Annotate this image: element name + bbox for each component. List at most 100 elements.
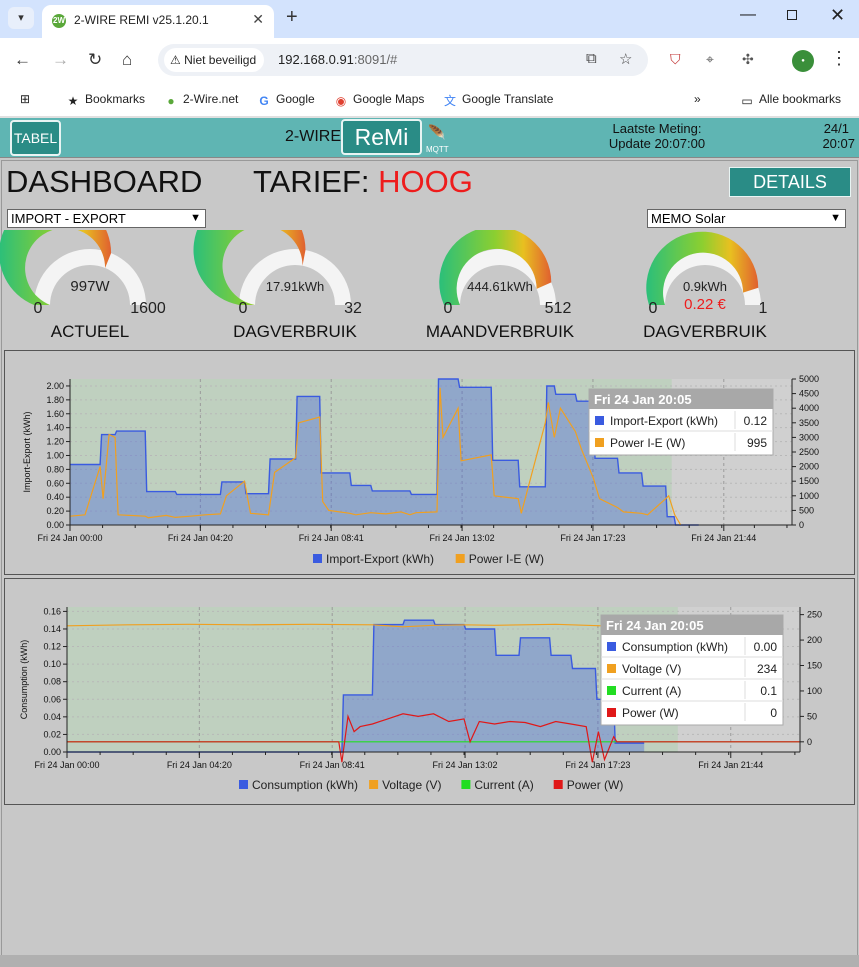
tooltip-value: 234 [757,662,777,676]
gauge-max: 1600 [130,300,166,317]
bookmark-label: 2-Wire.net [183,92,239,106]
remi-button[interactable]: ReMi [341,119,422,155]
tooltip-swatch [607,642,616,651]
gauge-1: 997W 0 1600ACTUEEL [0,230,166,341]
y-tick-label: 0.08 [43,677,61,687]
security-chip[interactable]: ⚠ Niet beveiligd [164,48,265,72]
extension-shield-icon[interactable]: ⛉ [670,51,681,68]
y2-tick-label: 0 [807,737,812,747]
url-text[interactable]: 192.168.0.91:8091/# [278,52,397,67]
tooltip-value: 995 [747,436,767,450]
y-tick-label: 0.06 [43,694,61,704]
warning-icon: ⚠ [170,53,181,67]
y2-tick-label: 250 [807,610,822,620]
gauge-value: 997W [70,278,110,295]
browser-menu-icon[interactable]: ⋮ [830,48,848,69]
bookmarks-overflow-icon[interactable]: » [694,92,701,106]
gauge-row: 997W 0 1600ACTUEEL 17.91kWh 0 32 DAGVERBRUIK 44… [0,230,768,341]
new-tab-icon[interactable]: + [286,6,298,29]
header-time: 20:07 [822,136,855,151]
browser-tab[interactable]: 2W 2-WIRE REMI v25.1.20.1 ✕ [42,5,274,38]
import-export-chart[interactable]: 0.00 0.20 0.40 0.60 0.80 1.00 1.20 1.40 1.60 1.80… [5,351,854,574]
url-port: :8091/# [353,52,398,67]
bookmark-item-bookmarks[interactable]: ★ Bookmarks [66,92,145,108]
gauge-fill [646,231,759,305]
legend-swatch [553,780,563,789]
y-tick-label: 0.80 [46,464,64,474]
maps-icon: ◉ [335,94,347,108]
gauge-label: ACTUEEL [51,322,129,341]
x-tick-label: Fri 24 Jan 21:44 [698,760,763,770]
bookmark-item-2wire[interactable]: ● 2-Wire.net [164,92,238,108]
tooltip-series-name: Current (A) [622,684,681,698]
legend-label: Power I-E (W) [469,552,544,566]
home-icon[interactable]: ⌂ [122,50,132,70]
gauge-2: 17.91kWh 0 32 DAGVERBRUIK [193,230,362,341]
right-select-value: MEMO Solar [651,211,726,226]
tooltip-value: 0.1 [760,684,777,698]
legend-swatch [461,780,471,789]
tooltip-swatch [595,438,604,447]
extensions-puzzle-icon[interactable]: ✣ [742,51,754,68]
bookmark-item-google[interactable]: G Google [257,92,314,108]
bookmark-item-translate[interactable]: 文 Google Translate [443,92,553,108]
back-icon[interactable]: ← [14,50,31,70]
apps-grid-icon[interactable]: ⊞ [20,92,30,106]
legend-label: Current (A) [474,778,533,792]
y-axis-label: Import-Export (kWh) [22,411,32,492]
last-measurement-label: Laatste Meting: [612,121,702,136]
gauge-min: 0 [649,300,658,317]
bookmarks-bar: ⊞ ★ Bookmarks ● 2-Wire.net G Google ◉ Google… [0,84,859,116]
consumption-chart[interactable]: 0.000.020.040.060.080.100.120.140.160501… [5,579,854,804]
browser-tab-bar: ▾ 2W 2-WIRE REMI v25.1.20.1 ✕ + — ✕ [0,0,859,38]
y2-tick-label: 3000 [799,432,819,442]
y2-tick-label: 0 [799,520,804,530]
browser-toolbar: ← → ↻ ⌂ ⚠ Niet beveiligd 192.168.0.91:80… [0,38,859,84]
y2-tick-label: 2000 [799,462,819,472]
tooltip-swatch [607,664,616,673]
twowire-favicon-icon: 2W [52,14,66,28]
twowire-favicon-icon: ● [167,94,175,108]
tooltip-series-name: Voltage (V) [622,662,681,676]
reload-icon[interactable]: ↻ [88,50,102,70]
tooltip-series-name: Consumption (kWh) [622,640,728,654]
legend-swatch [239,780,248,789]
x-tick-label: Fri 24 Jan 00:00 [37,533,102,543]
profile-avatar[interactable]: ● [792,50,814,72]
bookmark-item-maps[interactable]: ◉ Google Maps [334,92,425,108]
maximize-icon[interactable] [787,10,797,20]
gauge-label: DAGVERBRUIK [643,322,767,341]
right-gauge-select[interactable]: MEMO Solar ▼ [647,209,846,228]
tariff-indicator: TARIEF: HOOG [253,164,473,200]
google-icon: G [259,94,269,108]
open-in-app-icon[interactable]: ⧉ [586,50,597,67]
tab-search-button[interactable]: ▾ [8,7,34,29]
all-bookmarks[interactable]: ▭ Alle bookmarks [740,92,841,108]
details-button[interactable]: DETAILS [729,167,851,197]
y-tick-label: 1.40 [46,423,64,433]
gauge-value: 0.9kWh [683,279,727,294]
y-tick-label: 1.60 [46,409,64,419]
star-icon: ★ [67,94,79,108]
consumption-chart-panel: 0.00 0.02 0.04 0.06 0.08 0.10 0.12 0.14 0.16 0 50 1… [4,578,855,805]
forward-icon[interactable]: → [52,50,69,70]
x-tick-label: Fri 24 Jan 21:44 [691,533,756,543]
tabel-button[interactable]: TABEL [10,120,61,156]
x-tick-label: Fri 24 Jan 13:02 [433,760,498,770]
address-bar[interactable]: ⚠ Niet beveiligd 192.168.0.91:8091/# ⧉ ☆ [158,44,648,76]
tab-close-icon[interactable]: ✕ [252,11,264,28]
bookmark-star-icon[interactable]: ☆ [619,50,632,68]
gauge-4: 0.9kWh 0.22 € 0 1 DAGVERBRUIK [643,231,768,341]
header-date: 24/1 [823,121,849,136]
mqtt-feather-icon: 🪶 [428,124,446,140]
window-close-icon[interactable]: ✕ [830,5,845,26]
gauge-value: 444.61kWh [467,279,533,294]
extension-cursor-icon[interactable]: ⌖ [706,51,714,68]
x-tick-label: Fri 24 Jan 00:00 [34,760,99,770]
minimize-icon[interactable]: — [740,6,756,24]
import-export-chart-panel: 0.00 0.20 0.40 0.60 0.80 1.00 1.20 1.40 1.60 1.80… [4,350,855,575]
x-tick-label: Fri 24 Jan 08:41 [300,760,365,770]
brand-label: 2-WIRE [285,128,341,145]
left-gauge-select[interactable]: IMPORT - EXPORT ▼ [7,209,206,228]
folder-icon: ▭ [741,94,753,108]
